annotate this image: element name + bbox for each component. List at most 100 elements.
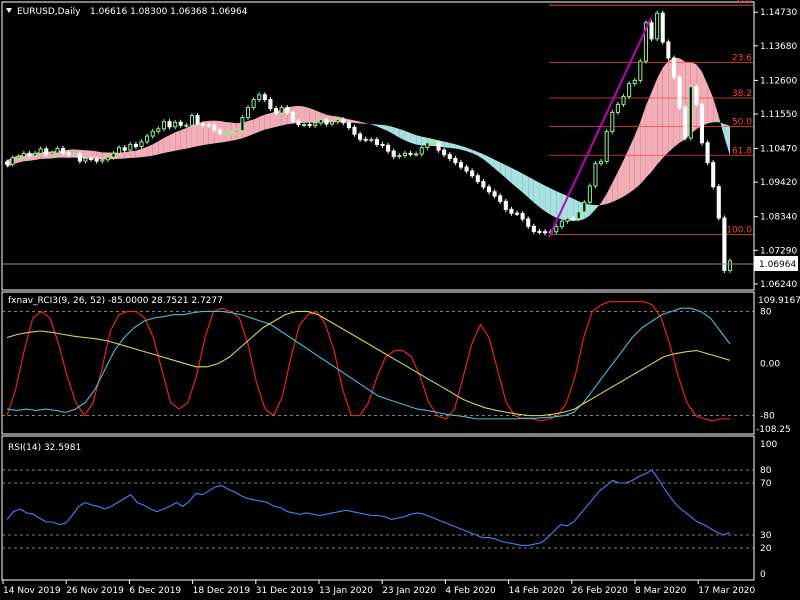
cloud-segment <box>259 114 265 132</box>
candle-body <box>234 130 239 133</box>
candle-body <box>688 86 693 139</box>
candle-body <box>447 154 452 159</box>
candle-body <box>436 142 441 151</box>
candle-body <box>565 217 570 222</box>
candle-body <box>139 141 144 148</box>
price-tick-label: 1.12600 <box>760 76 797 86</box>
price-tick-label: 1.06240 <box>760 280 797 290</box>
candle-body <box>167 121 172 128</box>
candle-body <box>358 133 363 140</box>
candle-body <box>273 108 279 114</box>
candle-body <box>671 57 676 78</box>
rci-title: fxnav_RCI3(9, 26, 52) -85.0000 28.7521 2… <box>8 296 223 306</box>
candle-body <box>111 152 116 158</box>
price-tick-label: 1.13680 <box>760 42 797 52</box>
candle-body <box>537 230 542 233</box>
candle-body <box>307 124 312 127</box>
chart-window[interactable]: 0.0 23.6 38.2 50.0 61.8 100.0 EURUSD,Daily 1.… <box>0 0 800 600</box>
candle-body <box>100 159 105 162</box>
fibo-level-label: 100.0 <box>726 226 752 236</box>
candle-body <box>694 86 699 105</box>
fibo-level-label: 38.2 <box>732 89 752 99</box>
cloud-segment <box>208 120 215 145</box>
candle-body <box>352 126 357 135</box>
candle-body <box>318 119 323 124</box>
cloud-segment <box>186 125 192 149</box>
candle-body <box>302 124 307 127</box>
price-tick-label: 1.11550 <box>760 110 797 120</box>
candle-body <box>520 213 525 220</box>
rci-tick-label: -80 <box>760 412 775 422</box>
fibo-level-label: 23.6 <box>732 53 752 63</box>
candle-body <box>425 142 430 149</box>
candle-body <box>621 95 626 105</box>
candle-body <box>470 170 475 177</box>
candle-body <box>212 124 217 131</box>
candle-body <box>38 148 43 154</box>
rsi-tick-label: 70 <box>760 479 772 489</box>
rsi-tick-label: 20 <box>760 544 772 554</box>
time-tick-label: 17 Mar 2020 <box>698 586 755 596</box>
candle-body <box>251 99 256 109</box>
time-tick-label: 4 Feb 2020 <box>445 586 496 596</box>
candle-body <box>599 160 604 165</box>
cloud-segment <box>96 151 103 160</box>
candle-body <box>722 217 727 271</box>
candle-body <box>346 122 351 128</box>
cloud-segment <box>180 127 187 150</box>
candle-body <box>16 156 21 159</box>
candle-body <box>587 185 592 203</box>
candle-body <box>419 147 424 155</box>
candle-body <box>666 41 671 59</box>
candle-body <box>683 107 688 139</box>
candle-body <box>150 130 155 137</box>
candle-body <box>324 119 329 125</box>
ohlc-readout: 1.06616 1.08300 1.06368 1.06964 <box>90 7 248 17</box>
candle-body <box>363 138 368 141</box>
candle-body <box>660 12 665 43</box>
rsi-tick-label: 100 <box>760 440 777 450</box>
time-tick-label: 14 Feb 2020 <box>509 586 565 596</box>
candle-body <box>133 143 138 148</box>
candle-body <box>290 111 295 122</box>
candle-body <box>638 60 643 81</box>
candle-body <box>21 152 26 158</box>
candle-body <box>593 163 598 187</box>
cloud-segment <box>130 150 136 158</box>
cloud-segment <box>657 67 663 165</box>
candle-body <box>279 107 284 114</box>
candle-body <box>223 132 228 135</box>
cloud-segment <box>124 151 131 159</box>
time-tick-label: 13 Jan 2020 <box>319 586 373 596</box>
cloud-segment <box>304 106 310 123</box>
candle-body <box>156 128 161 132</box>
candle-body <box>402 152 407 157</box>
candle-body <box>217 129 223 134</box>
candle-body <box>122 147 127 151</box>
candle-body <box>475 175 480 183</box>
candle-body <box>4 161 10 165</box>
candle-body <box>72 153 77 156</box>
cloud-segment <box>270 111 277 129</box>
candle-body <box>509 208 514 214</box>
candle-body <box>94 158 99 162</box>
candle-body <box>27 152 32 157</box>
cloud-segment <box>533 179 540 208</box>
rci-axis-top: 109.9167 <box>758 296 800 306</box>
time-tick-label: 26 Feb 2020 <box>572 586 628 596</box>
candle-body <box>554 226 559 233</box>
fibo-level-label: 50.0 <box>732 117 752 127</box>
rsi-title: RSI(14) 32.5981 <box>8 443 81 453</box>
cloud-segment <box>651 78 658 172</box>
candle-body <box>83 157 88 162</box>
cloud-segment <box>85 150 92 159</box>
candle-body <box>430 142 435 145</box>
candle-body <box>711 162 716 188</box>
time-tick-label: 31 Dec 2019 <box>256 586 314 596</box>
candle-body <box>414 153 419 156</box>
candle-body <box>727 260 733 271</box>
cloud-segment <box>309 108 316 123</box>
candle-body <box>486 186 492 193</box>
cloud-segment <box>645 92 652 178</box>
candle-body <box>32 152 38 157</box>
